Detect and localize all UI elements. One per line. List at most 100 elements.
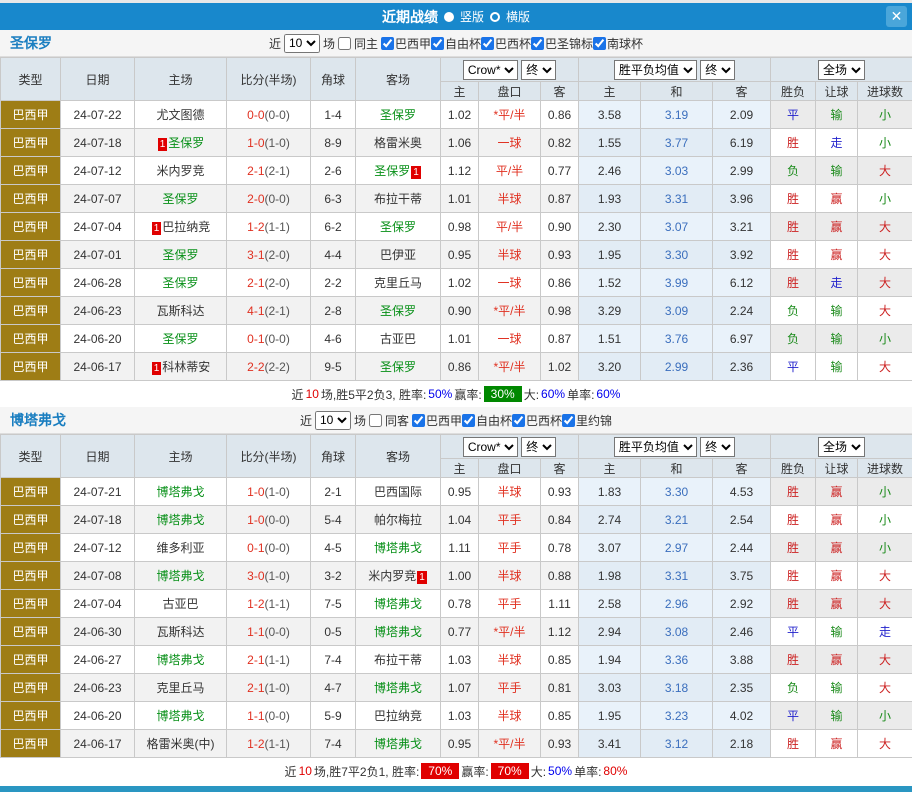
sub-header-handicap: 盘口 <box>479 82 541 101</box>
sub-header-avg-away: 客 <box>713 459 771 478</box>
halftime-score: (0-0) <box>265 192 290 206</box>
team-label: 米内罗竞 <box>368 569 416 583</box>
halftime-score: (1-1) <box>265 737 290 751</box>
cell-avg-away: 3.88 <box>713 646 771 674</box>
scope-select[interactable]: 全场 <box>818 437 865 457</box>
col-header-corner: 角球 <box>311 58 356 101</box>
league-checkbox-item[interactable]: 南球杯 <box>593 35 643 52</box>
league-checkbox-item[interactable]: 巴西甲 <box>381 35 431 52</box>
summary-part: 场,胜5平2负3, 胜率: <box>321 386 426 403</box>
red-card-badge: 1 <box>152 362 162 375</box>
fulltime-score: 2-1 <box>247 681 264 695</box>
team-section: 博塔弗戈 近 10 场 同客 巴西甲自由杯巴西杯里约锦 类型 日期 <box>0 407 912 784</box>
cell-avg-away: 3.75 <box>713 562 771 590</box>
cell-away-team: 巴拉纳竞 <box>356 702 441 730</box>
fulltime-score: 0-1 <box>247 541 264 555</box>
league-checkbox[interactable] <box>531 37 544 50</box>
league-checkbox-item[interactable]: 巴西杯 <box>512 412 562 429</box>
cell-avg-home: 3.07 <box>579 534 641 562</box>
cell-avg-home: 2.94 <box>579 618 641 646</box>
avg-select[interactable]: 胜平负均值 <box>614 60 697 80</box>
league-checkbox[interactable] <box>412 414 425 427</box>
cell-score: 2-1(2-0) <box>227 269 311 297</box>
same-venue-checkbox[interactable] <box>369 414 382 427</box>
cell-avg-away: 2.09 <box>713 101 771 129</box>
scope-select[interactable]: 全场 <box>818 60 865 80</box>
cell-avg-home: 1.98 <box>579 562 641 590</box>
match-count-select[interactable]: 10 <box>315 411 351 430</box>
cell-score: 1-1(0-0) <box>227 618 311 646</box>
cell-avg-draw: 2.99 <box>641 353 713 381</box>
vertical-label[interactable]: 竖版 <box>460 8 484 25</box>
halftime-score: (1-1) <box>265 653 290 667</box>
sub-header-odds-home: 主 <box>441 459 479 478</box>
cell-handicap: *平/半 <box>479 353 541 381</box>
league-checkbox[interactable] <box>512 414 525 427</box>
bookmaker-select[interactable]: Crow* <box>463 60 518 80</box>
league-label: 巴西杯 <box>526 412 562 429</box>
team-label: 布拉干蒂 <box>374 653 422 667</box>
cell-avg-away: 2.18 <box>713 730 771 758</box>
cell-handicap-result: 输 <box>816 101 858 129</box>
sub-header-odds-away: 客 <box>541 459 579 478</box>
cell-avg-draw: 2.97 <box>641 534 713 562</box>
league-checkbox-item[interactable]: 里约锦 <box>562 412 612 429</box>
cell-avg-home: 2.58 <box>579 590 641 618</box>
match-count-select[interactable]: 10 <box>284 34 320 53</box>
league-checkbox-item[interactable]: 巴西甲 <box>412 412 462 429</box>
horizontal-radio[interactable] <box>490 12 500 22</box>
cell-handicap: 半球 <box>479 646 541 674</box>
avg-time-select[interactable]: 终 <box>700 60 735 80</box>
cell-result: 平 <box>771 101 816 129</box>
team-label: 维多利亚 <box>156 541 204 555</box>
same-venue-checkbox[interactable] <box>338 37 351 50</box>
cell-result: 胜 <box>771 241 816 269</box>
league-checkbox[interactable] <box>481 37 494 50</box>
cell-avg-draw: 3.23 <box>641 702 713 730</box>
league-checkbox[interactable] <box>462 414 475 427</box>
cell-odds-home: 1.07 <box>441 674 479 702</box>
cell-home-team: 米内罗竞 <box>135 157 227 185</box>
horizontal-label[interactable]: 横版 <box>506 8 530 25</box>
league-checkbox-item[interactable]: 自由杯 <box>462 412 512 429</box>
cell-result: 胜 <box>771 185 816 213</box>
cell-corners: 2-2 <box>311 269 356 297</box>
odds-time-select[interactable]: 终 <box>521 437 556 457</box>
team-label: 圣保罗 <box>380 220 416 234</box>
cell-odds-home: 0.95 <box>441 478 479 506</box>
cell-avg-away: 6.97 <box>713 325 771 353</box>
cell-odds-away: 0.82 <box>541 129 579 157</box>
cell-score: 4-1(2-1) <box>227 297 311 325</box>
avg-select[interactable]: 胜平负均值 <box>614 437 697 457</box>
col-header-type: 类型 <box>1 58 61 101</box>
cell-league: 巴西甲 <box>1 129 61 157</box>
close-icon[interactable]: ✕ <box>886 6 907 27</box>
summary-part: 场,胜7平2负1, 胜率: <box>314 763 419 780</box>
league-checkbox-item[interactable]: 自由杯 <box>431 35 481 52</box>
match-row: 巴西甲24-06-28圣保罗2-1(2-0)2-2克里丘马1.02一球0.861… <box>1 269 912 297</box>
avg-time-select[interactable]: 终 <box>700 437 735 457</box>
bookmaker-select[interactable]: Crow* <box>463 437 518 457</box>
cell-league: 巴西甲 <box>1 101 61 129</box>
fulltime-score: 3-0 <box>247 569 264 583</box>
league-checkbox-item[interactable]: 巴圣锦标 <box>531 35 593 52</box>
cell-league: 巴西甲 <box>1 157 61 185</box>
league-checkbox[interactable] <box>431 37 444 50</box>
cell-odds-away: 1.11 <box>541 590 579 618</box>
vertical-radio[interactable] <box>444 12 454 22</box>
league-label: 巴西杯 <box>495 35 531 52</box>
cell-date: 24-07-12 <box>61 534 135 562</box>
cell-handicap: *平/半 <box>479 618 541 646</box>
cell-date: 24-06-23 <box>61 297 135 325</box>
fulltime-score: 1-1 <box>247 709 264 723</box>
odds-time-select[interactable]: 终 <box>521 60 556 80</box>
league-checkbox-item[interactable]: 巴西杯 <box>481 35 531 52</box>
cell-result: 平 <box>771 702 816 730</box>
league-checkbox[interactable] <box>381 37 394 50</box>
league-checkbox[interactable] <box>593 37 606 50</box>
cell-goals-result: 小 <box>858 478 912 506</box>
league-checkbox[interactable] <box>562 414 575 427</box>
sub-header-goals: 进球数 <box>858 459 912 478</box>
cell-league: 巴西甲 <box>1 325 61 353</box>
cell-odds-home: 1.04 <box>441 506 479 534</box>
